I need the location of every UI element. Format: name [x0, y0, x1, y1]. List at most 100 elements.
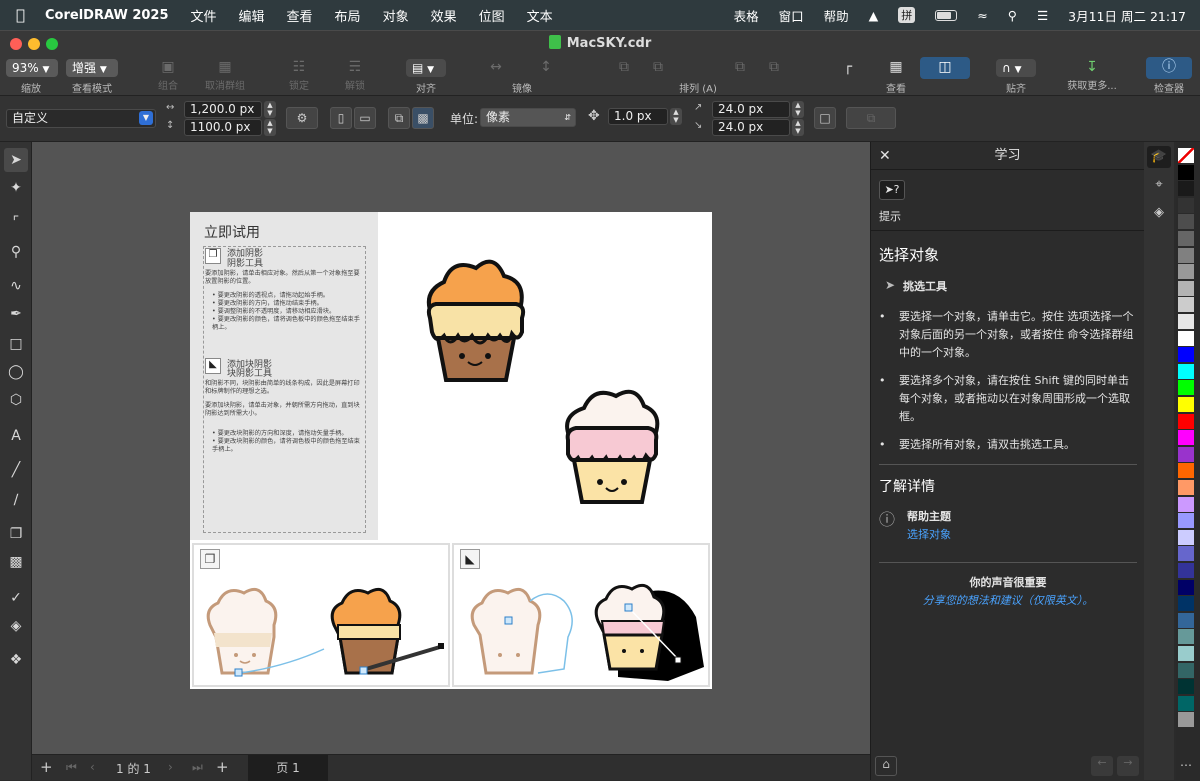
- menu-window[interactable]: 窗口: [779, 6, 804, 25]
- duplicate-y-spinner[interactable]: ▲ ▼: [792, 119, 804, 136]
- forward-one-button[interactable]: ⧉: [728, 57, 752, 77]
- next-page-button[interactable]: ›: [168, 760, 173, 774]
- duplicate-x-input[interactable]: 24.0 px: [712, 101, 790, 118]
- width-spinner[interactable]: ▲ ▼: [264, 101, 276, 118]
- color-swatch[interactable]: [1178, 546, 1194, 562]
- menu-view[interactable]: 查看: [287, 6, 313, 25]
- menu-help[interactable]: 帮助: [824, 6, 849, 25]
- cupcake-pink[interactable]: [560, 382, 664, 506]
- color-swatch[interactable]: [1178, 646, 1194, 661]
- color-swatch[interactable]: [1178, 463, 1194, 479]
- zoom-tool-icon[interactable]: ⚲: [4, 240, 28, 264]
- crop-tool-icon[interactable]: ⌜: [4, 210, 28, 234]
- apple-icon[interactable]: : [16, 6, 25, 24]
- artistic-media-icon[interactable]: ✒: [4, 302, 28, 326]
- drive-icon[interactable]: ▲: [869, 8, 879, 23]
- fill-tool-icon[interactable]: ◈: [4, 614, 28, 638]
- treat-as-filled-button[interactable]: □: [814, 107, 836, 129]
- to-front-button[interactable]: ⧉: [612, 57, 636, 77]
- transform-tab-icon[interactable]: ⌖: [1147, 174, 1171, 196]
- search-icon[interactable]: ⚲: [1008, 8, 1017, 23]
- duplicate-y-input[interactable]: 24.0 px: [712, 119, 790, 136]
- inspector-button[interactable]: ⓘ: [1146, 57, 1192, 79]
- color-swatch[interactable]: [1178, 264, 1194, 280]
- grid-button[interactable]: ▦: [884, 57, 908, 77]
- lock-button[interactable]: ☷ 锁定: [282, 57, 316, 92]
- current-page-button[interactable]: ▩: [412, 107, 434, 129]
- freehand-tool-icon[interactable]: ∿: [4, 274, 28, 298]
- line-tool-icon[interactable]: ╱: [4, 458, 28, 482]
- pick-tool-icon[interactable]: ➤: [4, 148, 28, 172]
- page-width-input[interactable]: 1,200.0 px: [184, 101, 262, 118]
- color-swatch[interactable]: [1178, 164, 1194, 180]
- add-page-before-button[interactable]: +: [40, 758, 53, 776]
- ungroup-button[interactable]: ▦ 取消群组: [198, 57, 252, 92]
- back-arrow-icon[interactable]: ←: [1091, 756, 1113, 776]
- color-swatch[interactable]: [1178, 413, 1194, 429]
- mirror-horizontal-button[interactable]: ↔: [484, 57, 508, 77]
- color-swatch[interactable]: [1178, 231, 1194, 246]
- clock[interactable]: 3月11日 周二 21:17: [1068, 6, 1186, 25]
- height-spinner[interactable]: ▲ ▼: [264, 119, 276, 136]
- to-back-button[interactable]: ⧉: [646, 57, 670, 77]
- align-dropdown[interactable]: ▤ ▼: [406, 59, 446, 77]
- menu-object[interactable]: 对象: [383, 6, 409, 25]
- color-swatch[interactable]: [1178, 181, 1194, 197]
- color-swatch[interactable]: [1178, 596, 1194, 612]
- color-swatch[interactable]: [1178, 679, 1194, 695]
- learn-tab-icon[interactable]: 🎓: [1147, 146, 1171, 168]
- portrait-button[interactable]: ▯: [330, 107, 352, 129]
- color-swatch[interactable]: [1178, 629, 1194, 645]
- nudge-distance-input[interactable]: 1.0 px: [608, 108, 668, 125]
- cupcake-orange[interactable]: [422, 252, 530, 384]
- menu-effects[interactable]: 效果: [431, 6, 457, 25]
- smart-fill-tool-icon[interactable]: ❖: [4, 648, 28, 672]
- view-mode-dropdown[interactable]: 增强 ▼: [66, 59, 118, 77]
- home-icon[interactable]: ⌂: [875, 756, 897, 776]
- unlock-button[interactable]: ☴ 解锁: [338, 57, 372, 92]
- color-swatch[interactable]: [1178, 430, 1194, 446]
- tab-page-1[interactable]: 页 1: [248, 755, 328, 781]
- shape-tool-icon[interactable]: ✦: [4, 176, 28, 200]
- text-tool-icon[interactable]: A: [4, 424, 28, 448]
- rulers-button[interactable]: ┌: [836, 57, 860, 77]
- menu-bitmap[interactable]: 位图: [479, 6, 505, 25]
- forward-arrow-icon[interactable]: →: [1117, 756, 1139, 776]
- color-swatch[interactable]: [1178, 529, 1194, 545]
- input-method[interactable]: 拼: [898, 7, 916, 23]
- prev-page-button[interactable]: ‹: [90, 760, 95, 774]
- back-one-button[interactable]: ⧉: [762, 57, 786, 77]
- wifi-icon[interactable]: ≈: [977, 8, 987, 23]
- guidelines-button[interactable]: ◫: [920, 57, 970, 79]
- color-swatch[interactable]: [1178, 347, 1194, 363]
- transparency-tool-icon[interactable]: ▩: [4, 550, 28, 574]
- color-swatch[interactable]: [1178, 214, 1194, 230]
- ellipse-tool-icon[interactable]: ◯: [4, 360, 28, 384]
- color-swatch[interactable]: [1178, 380, 1194, 396]
- rectangle-tool-icon[interactable]: □: [4, 332, 28, 356]
- menu-edit[interactable]: 编辑: [239, 6, 265, 25]
- color-swatch[interactable]: [1178, 513, 1194, 529]
- control-center-icon[interactable]: ☰: [1037, 8, 1048, 23]
- app-menu[interactable]: CorelDRAW 2025: [45, 8, 168, 23]
- color-swatch[interactable]: [1178, 330, 1194, 346]
- nudge-spinner[interactable]: ▲ ▼: [670, 108, 682, 125]
- color-swatch[interactable]: [1178, 712, 1194, 728]
- menu-layout[interactable]: 布局: [335, 6, 361, 25]
- battery-icon[interactable]: [935, 9, 958, 21]
- page-size-options-button[interactable]: ⚙: [286, 107, 318, 129]
- palette-more-icon[interactable]: ⋯: [1180, 758, 1192, 772]
- color-swatch[interactable]: [1178, 247, 1194, 263]
- polygon-tool-icon[interactable]: ⬡: [4, 388, 28, 412]
- zoom-dropdown[interactable]: 93% ▼: [6, 59, 58, 77]
- color-swatch[interactable]: [1178, 148, 1194, 163]
- menu-text[interactable]: 文本: [527, 6, 553, 25]
- page-preset-dropdown[interactable]: 自定义 ▼: [6, 109, 156, 128]
- drop-shadow-tool-icon[interactable]: ❐: [4, 522, 28, 546]
- color-swatch[interactable]: [1178, 695, 1194, 711]
- menu-table[interactable]: 表格: [734, 6, 759, 25]
- color-swatch[interactable]: [1178, 496, 1194, 512]
- document-page[interactable]: 立即试用 ❐ 添加阴影 阴影工具 要添加阴影，请单击相应对象。然后从第一个对象拖…: [190, 212, 712, 689]
- connector-tool-icon[interactable]: ∕: [4, 488, 28, 512]
- feedback-link[interactable]: 分享您的想法和建议（仅限英文）。: [871, 592, 1145, 608]
